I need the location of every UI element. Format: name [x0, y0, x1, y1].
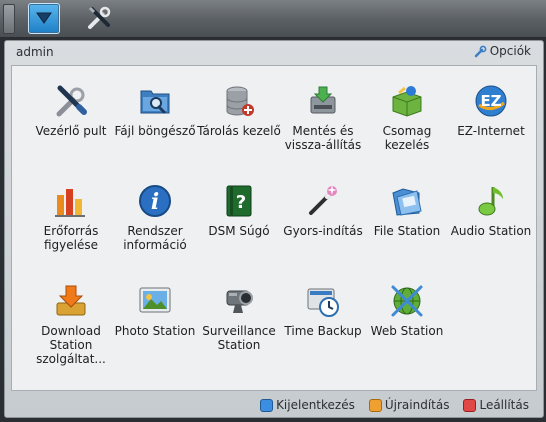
- main-menu-button[interactable]: [28, 3, 60, 34]
- package-manager-icon: [392, 86, 422, 117]
- app-label: Csomag kezelés: [382, 124, 432, 152]
- wrench-icon: [474, 45, 487, 57]
- app-label: Mentés és vissza-állítás: [284, 124, 362, 152]
- app-dsm-help[interactable]: ? DSM Súgó: [197, 183, 281, 238]
- app-label: Web Station: [370, 324, 444, 338]
- app-audio-station[interactable]: Audio Station: [449, 183, 533, 238]
- taskbar-grip[interactable]: [3, 4, 15, 34]
- session-actions: Kijelentkezés Újraindítás Leállítás: [260, 398, 529, 412]
- music-note-icon: [478, 187, 503, 216]
- logout-button[interactable]: Kijelentkezés: [260, 398, 355, 412]
- tools-icon: [88, 6, 111, 29]
- app-control-panel[interactable]: Vezérlő pult: [29, 83, 113, 138]
- app-file-browser[interactable]: Fájl böngésző: [113, 83, 197, 138]
- app-storage-manager[interactable]: Tárolás kezelő: [197, 83, 281, 138]
- app-download-station[interactable]: Download Station szolgáltat...: [29, 283, 113, 366]
- app-label: Surveillance Station: [202, 324, 276, 352]
- app-label: EZ-Internet: [457, 124, 525, 138]
- control-panel-icon: [56, 85, 87, 117]
- restart-icon: [368, 398, 382, 412]
- app-label: Time Backup: [284, 324, 362, 338]
- file-browser-icon: [140, 90, 170, 114]
- magic-wand-icon: [309, 185, 337, 215]
- app-label: Audio Station: [450, 224, 532, 238]
- help-icon: ?: [226, 185, 252, 217]
- taskbar: [0, 0, 546, 38]
- backup-restore-icon: [310, 86, 336, 114]
- svg-text:EZ: EZ: [480, 92, 501, 110]
- shutdown-label: Leállítás: [479, 398, 529, 412]
- app-label: File Station: [373, 224, 441, 238]
- camera-icon: [226, 290, 253, 313]
- storage-manager-icon: [226, 86, 254, 116]
- app-label: Gyors-indítás: [283, 224, 363, 238]
- restart-label: Újraindítás: [384, 398, 450, 412]
- info-icon: i: [139, 185, 171, 217]
- svg-text:i: i: [151, 189, 159, 215]
- app-ez-internet[interactable]: EZ EZ-Internet: [449, 83, 533, 138]
- photo-icon: [139, 287, 171, 313]
- app-resource-monitor[interactable]: Erőforrás figyelése: [29, 183, 113, 252]
- download-icon: [56, 285, 86, 316]
- logout-icon: [260, 398, 274, 412]
- app-label: Photo Station: [114, 324, 196, 338]
- chevron-down-icon: [36, 12, 52, 24]
- app-package-manager[interactable]: Csomag kezelés: [365, 83, 449, 152]
- main-menu-panel: admin Opciók Vezérlő pult Fájl böngésző …: [4, 40, 544, 418]
- app-surveillance-station[interactable]: Surveillance Station: [197, 283, 281, 352]
- app-file-station[interactable]: File Station: [365, 183, 449, 238]
- app-label: Download Station szolgáltat...: [36, 324, 106, 366]
- control-panel-shortcut-button[interactable]: [86, 5, 112, 31]
- app-system-info[interactable]: i Rendszer információ: [113, 183, 197, 252]
- app-web-station[interactable]: Web Station: [365, 283, 449, 338]
- app-photo-station[interactable]: Photo Station: [113, 283, 197, 338]
- ez-internet-icon: EZ: [475, 85, 507, 117]
- app-label: Rendszer információ: [123, 224, 187, 252]
- app-label: Erőforrás figyelése: [43, 224, 99, 252]
- app-backup-restore[interactable]: Mentés és vissza-állítás: [281, 83, 365, 152]
- app-label: Vezérlő pult: [35, 124, 107, 138]
- shutdown-button[interactable]: Leállítás: [463, 398, 529, 412]
- resource-monitor-icon: [55, 189, 85, 217]
- logout-label: Kijelentkezés: [276, 398, 355, 412]
- app-quick-start[interactable]: Gyors-indítás: [281, 183, 365, 238]
- globe-icon: [391, 285, 423, 317]
- current-user-label: admin: [16, 45, 54, 59]
- shutdown-icon: [463, 398, 477, 412]
- app-label: DSM Súgó: [208, 224, 270, 238]
- clock-icon: [307, 288, 339, 317]
- app-grid: Vezérlő pult Fájl böngésző Tárolás kezel…: [11, 65, 537, 391]
- app-time-backup[interactable]: Time Backup: [281, 283, 365, 338]
- app-label: Fájl böngésző: [114, 124, 196, 138]
- app-label: Tárolás kezelő: [197, 124, 281, 138]
- folder-icon: [392, 188, 422, 216]
- options-button[interactable]: Opciók: [474, 44, 531, 58]
- options-label: Opciók: [489, 44, 531, 58]
- svg-text:?: ?: [236, 192, 246, 213]
- restart-button[interactable]: Újraindítás: [368, 398, 450, 412]
